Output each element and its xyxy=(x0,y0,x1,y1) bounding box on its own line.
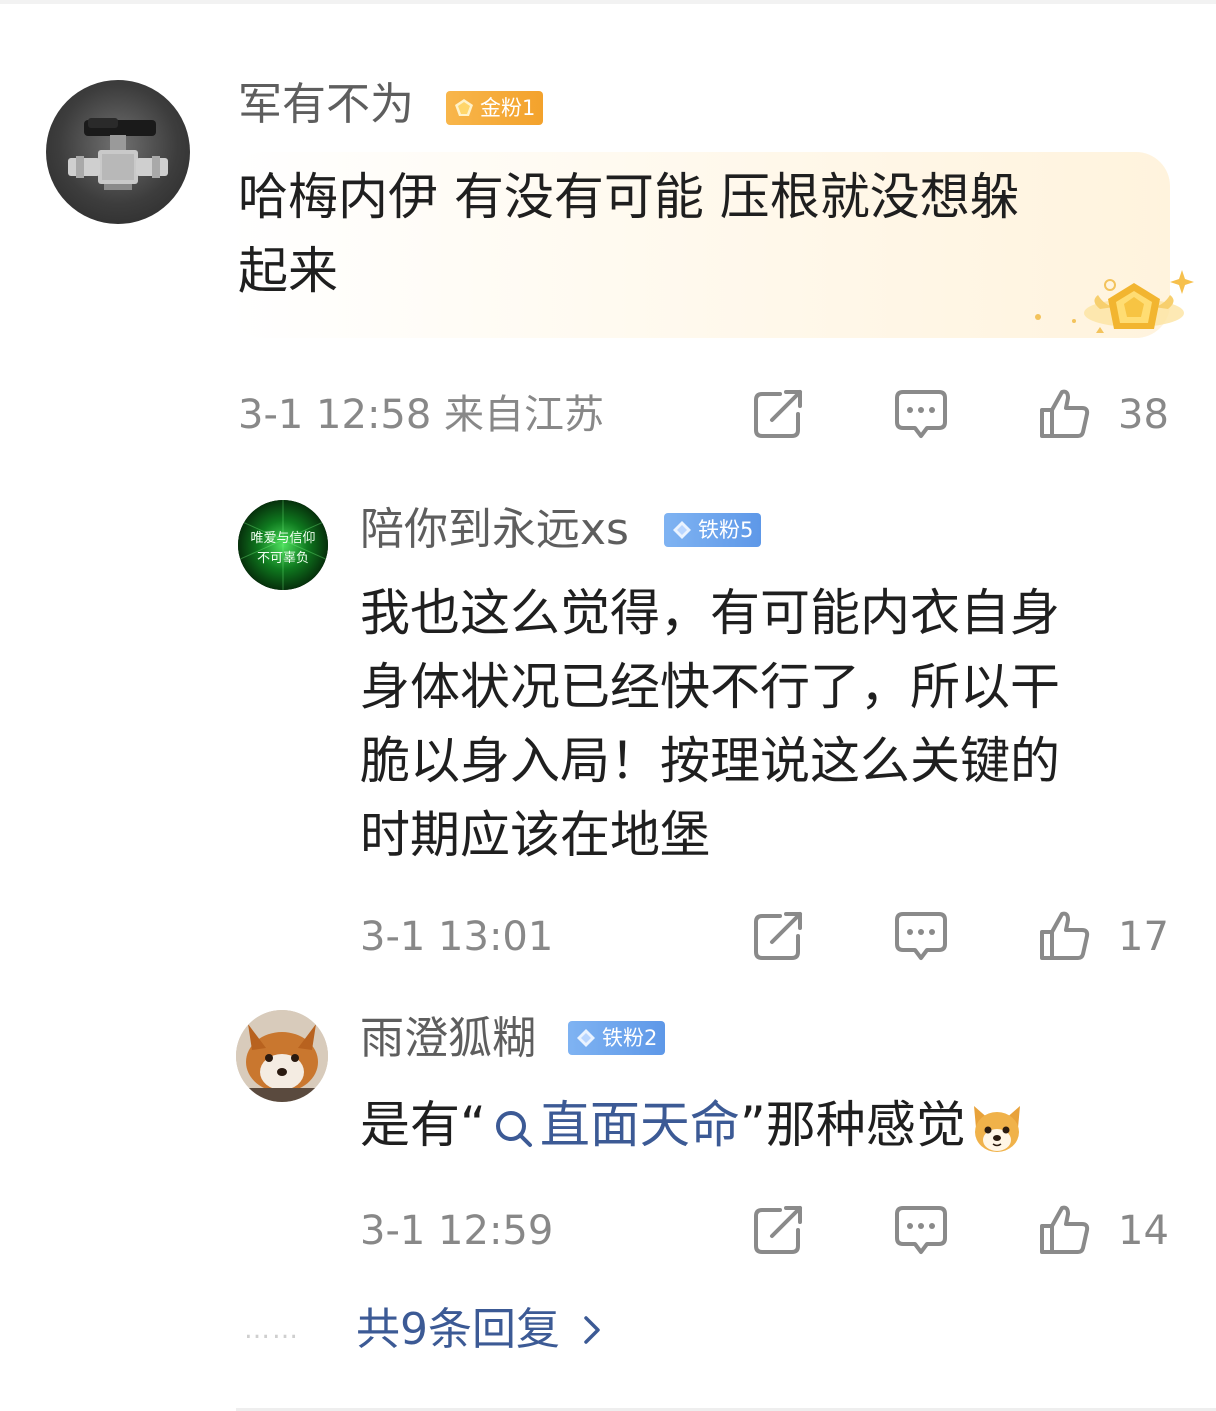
share-icon[interactable] xyxy=(750,386,806,442)
chevron-right-icon xyxy=(584,1316,600,1344)
share-icon[interactable] xyxy=(750,1202,806,1258)
avatar-main-commenter[interactable] xyxy=(46,80,190,224)
reply-2-text: 是有“ 直面天命”那种感觉 xyxy=(360,1088,1026,1162)
reply-1-text: 我也这么觉得，有可能内衣自身 身体状况已经快不行了，所以干 脆以身入局！按理说这… xyxy=(360,576,1060,872)
avatar-reply-1[interactable]: 唯爱与信仰 不可辜负 xyxy=(238,500,328,590)
iron-diamond-icon xyxy=(673,521,691,539)
reply-2-text-suffix: ”那种感觉 xyxy=(739,1096,966,1154)
gold-fan-badge[interactable]: 金粉1 xyxy=(446,91,544,125)
reply-1-line: 身体状况已经快不行了，所以干 xyxy=(360,658,1060,716)
like-icon[interactable] xyxy=(1036,386,1092,442)
main-comment-text: 哈梅内伊 有没有可能 压根就没想躲 起来 xyxy=(238,160,1020,308)
iron-fan-badge-label: 铁粉5 xyxy=(698,518,754,542)
main-comment-line: 哈梅内伊 有没有可能 压根就没想躲 xyxy=(238,168,1020,226)
reply-1-like-count: 17 xyxy=(1118,914,1169,960)
iron-fan-badge[interactable]: 铁粉5 xyxy=(664,513,762,547)
search-icon[interactable] xyxy=(492,1107,536,1151)
iron-fan-badge[interactable]: 铁粉2 xyxy=(568,1021,666,1055)
main-like-count: 38 xyxy=(1118,392,1169,438)
comment-icon[interactable] xyxy=(893,908,949,964)
avatar-reply-2[interactable] xyxy=(236,1010,328,1102)
reply-1-line: 时期应该在地堡 xyxy=(360,806,710,864)
main-comment-line: 起来 xyxy=(238,242,338,300)
more-replies-dots: …… xyxy=(244,1315,300,1345)
reply-1-username[interactable]: 陪你到永远xs xyxy=(360,503,629,557)
share-icon[interactable] xyxy=(750,908,806,964)
reply-1-timestamp: 3-1 13:01 xyxy=(360,914,554,960)
main-timestamp: 3-1 12:58 来自江苏 xyxy=(238,392,605,438)
reply-2-text-prefix: 是有“ xyxy=(360,1096,486,1154)
more-replies-link[interactable]: 共9条回复 xyxy=(356,1300,560,1360)
reply-1-line: 脆以身入局！按理说这么关键的 xyxy=(360,732,1060,790)
reply-2-like-count: 14 xyxy=(1118,1208,1169,1254)
gold-gem-icon xyxy=(455,99,473,116)
topic-link[interactable]: 直面天命 xyxy=(540,1096,740,1154)
gold-medal-icon xyxy=(1035,270,1194,333)
reply-1-line: 我也这么觉得，有可能内衣自身 xyxy=(360,584,1060,642)
comment-icon[interactable] xyxy=(893,1202,949,1258)
top-divider xyxy=(0,0,1216,4)
iron-diamond-icon xyxy=(577,1029,595,1047)
reply-2-username[interactable]: 雨澄狐糊 xyxy=(360,1012,536,1066)
more-replies-row[interactable]: …… 共9条回复 xyxy=(244,1300,610,1360)
like-icon[interactable] xyxy=(1036,908,1092,964)
dog-emoji-icon xyxy=(973,1105,1020,1152)
iron-fan-badge-label: 铁粉2 xyxy=(602,1026,658,1050)
gold-fan-badge-label: 金粉1 xyxy=(480,96,536,120)
avatar-caption-line1: 唯爱与信仰 xyxy=(250,531,315,546)
comment-thread: 军有不为 金粉1 哈梅内伊 有没有可能 压根就没想躲 起来 3-1 12:58 … xyxy=(0,0,1216,1411)
main-username[interactable]: 军有不为 xyxy=(238,78,414,132)
comment-icon[interactable] xyxy=(893,386,949,442)
reply-2-timestamp: 3-1 12:59 xyxy=(360,1208,554,1254)
like-icon[interactable] xyxy=(1036,1202,1092,1258)
avatar-caption-line2: 不可辜负 xyxy=(257,551,309,566)
